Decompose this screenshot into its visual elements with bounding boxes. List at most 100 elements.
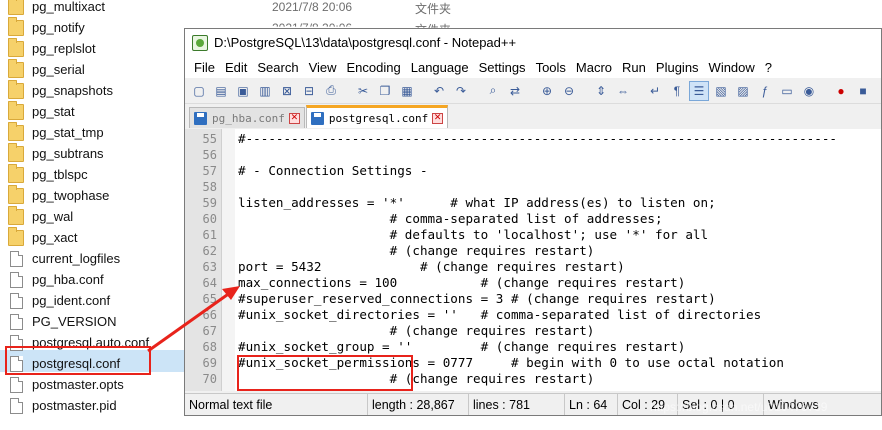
code-line[interactable]: 57 # - Connection Settings - <box>185 163 881 179</box>
folder-item[interactable]: pg_notify <box>8 16 85 38</box>
function-list-icon[interactable]: ƒ <box>755 81 775 101</box>
code-line[interactable]: 60 # comma-separated list of addresses; <box>185 211 881 227</box>
new-file-icon[interactable]: ▢ <box>189 81 209 101</box>
word-wrap-icon[interactable]: ↵ <box>645 81 665 101</box>
menu-window[interactable]: Window <box>704 60 760 75</box>
code-line[interactable]: 59 listen_addresses = '*' # what IP addre… <box>185 195 881 211</box>
find-icon[interactable]: ⌕ <box>483 81 503 101</box>
code-line[interactable]: 66 #unix_socket_directories = '' # comma-… <box>185 307 881 323</box>
close-all-icon[interactable]: ⊟ <box>299 81 319 101</box>
title-bar: D:\PostgreSQL\13\data\postgresql.conf - … <box>185 29 881 56</box>
close-tab-icon[interactable]: ✕ <box>288 112 300 124</box>
line-number: 62 <box>202 244 217 258</box>
folder-item[interactable]: pg_twophase <box>8 184 109 206</box>
code-line[interactable]: 67 # (change requires restart) <box>185 323 881 339</box>
line-number: 64 <box>202 276 217 290</box>
save-all-icon[interactable]: ▥ <box>255 81 275 101</box>
record-macro-icon[interactable]: ● <box>831 81 851 101</box>
monitoring-icon[interactable]: ◉ <box>799 81 819 101</box>
close-tab-icon[interactable]: ✕ <box>432 112 444 124</box>
zoom-in-icon[interactable]: ⊕ <box>537 81 557 101</box>
undo-icon[interactable]: ↶ <box>429 81 449 101</box>
menu-view[interactable]: View <box>304 60 342 75</box>
folder-item[interactable]: pg_stat <box>8 100 75 122</box>
folder-icon <box>8 205 24 225</box>
save-icon[interactable]: ▣ <box>233 81 253 101</box>
show-all-chars-icon[interactable]: ¶ <box>667 81 687 101</box>
file-item[interactable]: pg_ident.conf <box>8 290 110 311</box>
code-line[interactable]: 58 <box>185 179 881 195</box>
file-name: pg_notify <box>32 20 85 35</box>
indent-guide-icon[interactable]: ☰ <box>689 80 709 101</box>
folder-item[interactable]: pg_snapshots <box>8 79 113 101</box>
folder-icon <box>8 121 24 141</box>
menu-language[interactable]: Language <box>406 60 474 75</box>
close-file-icon[interactable]: ⊠ <box>277 81 297 101</box>
folder-item[interactable]: pg_stat_tmp <box>8 121 104 143</box>
code-line[interactable]: 61 # defaults to 'localhost'; use '*' fo… <box>185 227 881 243</box>
sync-horizontal-icon[interactable]: ⇔ <box>613 81 633 101</box>
folder-item[interactable]: pg_serial <box>8 58 85 80</box>
code-line[interactable]: 55 #-------------------------------------… <box>185 131 881 147</box>
folder-item[interactable]: pg_subtrans <box>8 142 104 164</box>
redo-icon[interactable]: ↷ <box>451 81 471 101</box>
paste-icon[interactable]: ▦ <box>397 81 417 101</box>
toolbar-separator <box>581 81 589 101</box>
folder-workspace-icon[interactable]: ▭ <box>777 81 797 101</box>
file-icon <box>10 313 23 330</box>
code-line[interactable]: 65 #superuser_reserved_connections = 3 # … <box>185 291 881 307</box>
stop-macro-icon[interactable]: ■ <box>853 81 873 101</box>
tab-bar: pg_hba.conf ✕ postgresql.conf ✕ <box>185 104 881 128</box>
tab-label: pg_hba.conf <box>212 111 285 125</box>
menu-edit[interactable]: Edit <box>220 60 252 75</box>
code-line[interactable]: 62 # (change requires restart) <box>185 243 881 259</box>
menu-plugins[interactable]: Plugins <box>651 60 704 75</box>
annotation-box-settings <box>237 355 413 391</box>
print-icon[interactable]: ⎙ <box>321 81 341 101</box>
folder-item[interactable]: pg_multixact <box>8 0 105 17</box>
folder-icon <box>8 79 24 99</box>
zoom-out-icon[interactable]: ⊖ <box>559 81 579 101</box>
folder-icon <box>8 58 24 78</box>
menu-file[interactable]: File <box>189 60 220 75</box>
line-number: 70 <box>202 372 217 386</box>
menu-macro[interactable]: Macro <box>571 60 617 75</box>
file-item[interactable]: postmaster.opts <box>8 374 124 395</box>
menu-search[interactable]: Search <box>252 60 303 75</box>
menu-encoding[interactable]: Encoding <box>342 60 406 75</box>
line-number: 61 <box>202 228 217 242</box>
file-name: postmaster.opts <box>32 377 124 392</box>
file-item[interactable]: current_logfiles <box>8 248 120 269</box>
tab-postgresql-conf[interactable]: postgresql.conf ✕ <box>305 105 449 128</box>
toolbar-separator <box>527 81 535 101</box>
tab-label: postgresql.conf <box>328 111 429 125</box>
code-line[interactable]: 68 #unix_socket_group = '' # (change requ… <box>185 339 881 355</box>
folder-icon <box>8 16 24 36</box>
menu-tools[interactable]: Tools <box>531 60 571 75</box>
file-item[interactable]: PG_VERSION <box>8 311 117 332</box>
menu-help[interactable]: ? <box>760 60 777 75</box>
folder-item[interactable]: pg_replslot <box>8 37 96 59</box>
code-line[interactable]: 56 <box>185 147 881 163</box>
code-line[interactable]: 64 max_connections = 100 # (change requir… <box>185 275 881 291</box>
sync-vertical-icon[interactable]: ⇕ <box>591 81 611 101</box>
replace-icon[interactable]: ⇄ <box>505 81 525 101</box>
status-lines: lines : 781 <box>469 394 565 415</box>
code-line[interactable]: 63 port = 5432 # (change requires restart… <box>185 259 881 275</box>
file-name: pg_tblspc <box>32 167 88 182</box>
folder-item[interactable]: pg_xact <box>8 226 78 248</box>
file-name: pg_ident.conf <box>32 293 111 308</box>
doc-map-icon[interactable]: ▨ <box>733 81 753 101</box>
file-item[interactable]: pg_hba.conf <box>8 269 104 290</box>
code-editor[interactable]: 55 #-------------------------------------… <box>185 129 881 391</box>
open-file-icon[interactable]: ▤ <box>211 81 231 101</box>
cut-icon[interactable]: ✂ <box>353 81 373 101</box>
menu-run[interactable]: Run <box>617 60 651 75</box>
udl-icon[interactable]: ▧ <box>711 81 731 101</box>
copy-icon[interactable]: ❐ <box>375 81 395 101</box>
menu-settings[interactable]: Settings <box>474 60 531 75</box>
tab-pg-hba-conf[interactable]: pg_hba.conf ✕ <box>189 107 305 128</box>
file-item[interactable]: postmaster.pid <box>8 395 117 416</box>
folder-item[interactable]: pg_tblspc <box>8 163 88 185</box>
folder-item[interactable]: pg_wal <box>8 205 73 227</box>
